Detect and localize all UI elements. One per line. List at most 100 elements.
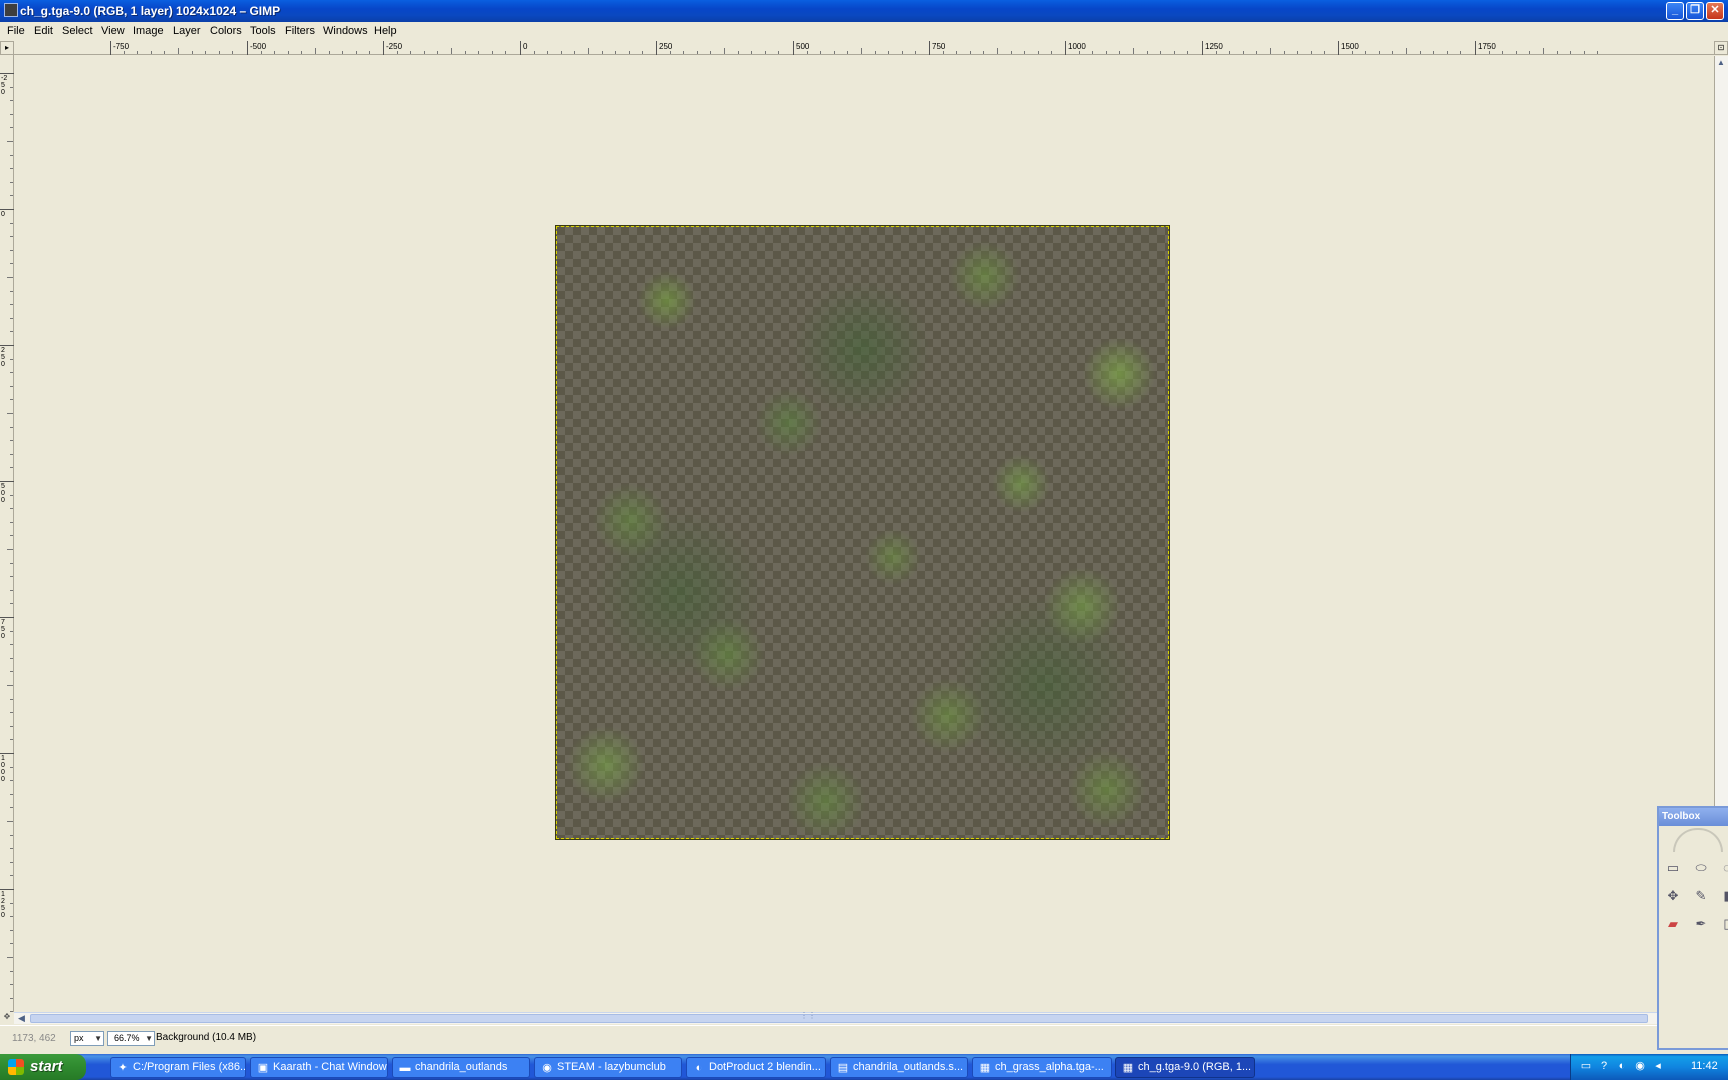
vruler-minor-tick (7, 141, 13, 142)
hruler-minor-tick (1446, 51, 1448, 54)
hruler-minor-tick (806, 51, 808, 54)
hruler-minor-tick (178, 48, 179, 54)
vruler-minor-tick (10, 997, 13, 999)
zoom-selector[interactable]: 66.7% ▼ (107, 1031, 155, 1046)
taskbar-button-label: ch_grass_alpha.tga-... (995, 1061, 1104, 1073)
hruler-minor-tick (1419, 51, 1421, 54)
hruler-minor-tick (778, 51, 780, 54)
menu-colors[interactable]: Colors (210, 25, 242, 37)
ellipse-select-icon[interactable]: ⬭ (1693, 860, 1709, 876)
hruler-minor-tick (1433, 51, 1435, 54)
taskbar-button[interactable]: ▣ Kaarath - Chat Window (250, 1057, 388, 1078)
hruler-minor-tick (1556, 51, 1558, 54)
firefox-icon: ◐ (695, 1062, 703, 1074)
menu-filters[interactable]: Filters (285, 25, 315, 37)
taskbar-button[interactable]: ◉ STEAM - lazybumclub (534, 1057, 682, 1078)
menu-bar: File Edit Select View Image Layer Colors… (0, 22, 1728, 41)
vruler-minor-tick (10, 358, 13, 360)
taskbar-button[interactable]: ✦ C:/Program Files (x86... (110, 1057, 246, 1078)
horizontal-ruler[interactable]: -750 -500 -250 0 250 500 750 1000 1250 1500 1750 (14, 41, 1714, 55)
image-canvas[interactable] (15, 56, 1713, 1012)
hruler-minor-tick (820, 51, 822, 54)
taskbar-button[interactable]: ▬ chandrila_outlands (392, 1057, 530, 1078)
scroll-up-icon[interactable]: ▲ (1717, 58, 1725, 67)
color-picker-icon[interactable]: ✒ (1693, 916, 1709, 932)
hruler-tick: 750 (929, 41, 945, 55)
taskbar-button-label: chandrila_outlands (415, 1061, 508, 1073)
gimp-app-icon[interactable] (4, 3, 18, 17)
close-button[interactable]: ✕ (1706, 2, 1724, 20)
menu-tools[interactable]: Tools (250, 25, 276, 37)
vruler-tick-label: -250 (1, 75, 8, 96)
quick-mask-toggle[interactable]: ▸ (0, 41, 14, 55)
vruler-tick: 1000 (0, 753, 14, 783)
vertical-scrollbar[interactable]: ▲ (1714, 56, 1728, 806)
horizontal-scroll-thumb[interactable] (30, 1014, 1648, 1023)
hruler-minor-tick (410, 51, 412, 54)
vruler-minor-tick (10, 657, 13, 659)
steam-tray-icon[interactable]: ◉ (1633, 1059, 1647, 1073)
vruler-minor-tick (7, 549, 13, 550)
hruler-minor-tick (315, 48, 316, 54)
rect-select-icon[interactable]: ▭ (1665, 860, 1681, 876)
navigate-icon[interactable]: ✥ (0, 1012, 14, 1024)
menu-help[interactable]: Help (374, 25, 397, 37)
vruler-minor-tick (10, 399, 13, 401)
vruler-minor-tick (10, 331, 13, 333)
hruler-tick-label: 250 (659, 42, 673, 51)
start-button[interactable]: start (0, 1054, 86, 1080)
hruler-minor-tick (1173, 51, 1175, 54)
hruler-minor-tick (1024, 51, 1026, 54)
hruler-minor-tick (342, 51, 344, 54)
free-select-icon[interactable]: ◌ (1719, 860, 1728, 876)
menu-edit[interactable]: Edit (34, 25, 53, 37)
hruler-minor-tick (710, 51, 712, 54)
paths-icon[interactable]: ✎ (1693, 888, 1709, 904)
window-title: ch_g.tga-9.0 (RGB, 1 layer) 1024x1024 – … (20, 4, 281, 18)
menu-view[interactable]: View (101, 25, 125, 37)
hruler-minor-tick (123, 51, 125, 54)
zoom-value: 66.7% (114, 1033, 140, 1043)
taskbar-button[interactable]: ▤ chandrila_outlands.s... (830, 1057, 968, 1078)
vruler-minor-tick (10, 766, 13, 768)
scroll-left-icon[interactable]: ◀ (18, 1013, 25, 1024)
hruler-minor-tick (683, 51, 685, 54)
taskbar-button[interactable]: ▦ ch_grass_alpha.tga-... (972, 1057, 1112, 1078)
hruler-tick: -500 (247, 41, 266, 55)
image-layer-background[interactable] (555, 225, 1170, 840)
hruler-minor-tick (260, 51, 262, 54)
vruler-minor-tick (10, 780, 13, 782)
hruler-minor-tick (1078, 51, 1080, 54)
menu-file[interactable]: File (7, 25, 25, 37)
title-bar: ch_g.tga-9.0 (RGB, 1 layer) 1024x1024 – … (0, 0, 1728, 22)
volume-icon[interactable]: ◂ (1651, 1059, 1665, 1073)
menu-layer[interactable]: Layer (173, 25, 201, 37)
unit-selector[interactable]: px ▼ (70, 1031, 104, 1046)
taskbar-button[interactable]: ▦ ch_g.tga-9.0 (RGB, 1... (1115, 1057, 1255, 1078)
help-icon[interactable]: ? (1597, 1059, 1611, 1073)
move-icon[interactable]: ✥ (1665, 888, 1681, 904)
measure-icon[interactable]: ▯ (1719, 916, 1728, 932)
hruler-minor-tick (969, 51, 971, 54)
clone-icon[interactable]: ▮ (1719, 888, 1728, 904)
hruler-minor-tick (1460, 51, 1462, 54)
minimize-button[interactable]: _ (1666, 2, 1684, 20)
menu-select[interactable]: Select (62, 25, 93, 37)
eraser-icon[interactable]: ▰ (1665, 916, 1681, 932)
toolbox-title[interactable]: Toolbox (1659, 808, 1728, 826)
taskbar: start ✦ C:/Program Files (x86... ▣ Kaarath … (0, 1054, 1728, 1080)
vruler-minor-tick (10, 263, 13, 265)
chat-icon: ▣ (257, 1062, 269, 1074)
network-icon[interactable]: ▭ (1579, 1059, 1593, 1073)
vruler-minor-tick (10, 630, 13, 632)
zoom-fit-icon[interactable]: ⊡ (1714, 41, 1728, 55)
menu-windows[interactable]: Windows (323, 25, 368, 37)
taskbar-button[interactable]: ◐ DotProduct 2 blendin... (686, 1057, 826, 1078)
menu-image[interactable]: Image (133, 25, 164, 37)
firefox-tray-icon[interactable]: ◐ (1615, 1059, 1629, 1073)
hruler-minor-tick (1365, 51, 1367, 54)
horizontal-scrollbar[interactable]: ◀ ⋮⋮ (14, 1011, 1658, 1024)
maximize-button[interactable]: ❐ (1686, 2, 1704, 20)
vertical-ruler[interactable]: -250 0 250 500 750 1000 1250 (0, 55, 14, 1013)
vruler-minor-tick (10, 535, 13, 537)
